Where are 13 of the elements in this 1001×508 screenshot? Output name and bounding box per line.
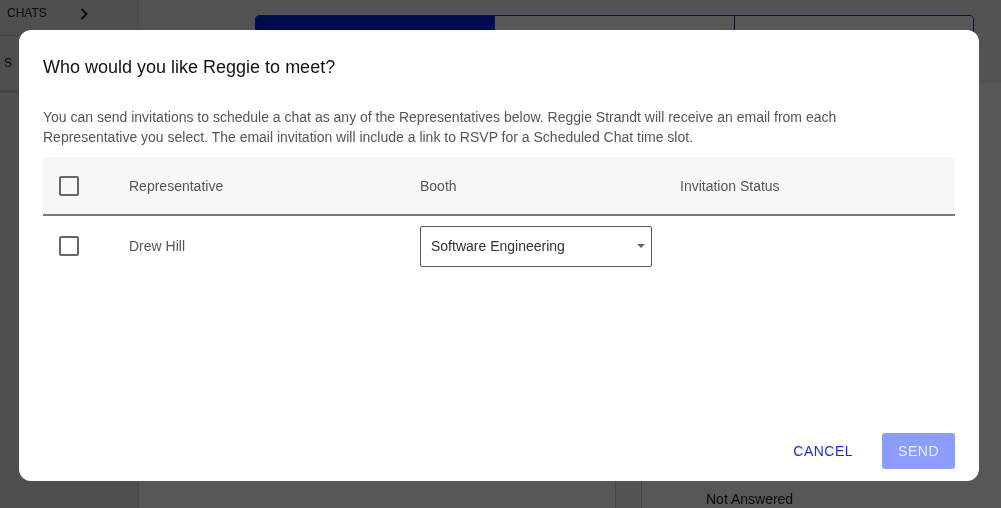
- dropdown-caret-icon: [637, 244, 645, 248]
- chevron-right-icon: [80, 8, 88, 20]
- column-header: Booth: [420, 177, 457, 194]
- select-all-checkbox[interactable]: [59, 175, 79, 196]
- dialog-description: You can send invitations to schedule a chat as any of the Representatives below. Reggie Strandt will receive an email from each Representative you select. The email invitation will include a link to RSVP for a Scheduled Chat time slot.: [43, 108, 838, 147]
- status-text: Not Answered: [706, 491, 794, 507]
- table-cell: Drew Hill: [129, 238, 185, 254]
- column-header: Representative: [129, 177, 224, 194]
- column-header: Invitation Status: [680, 177, 780, 194]
- row-checkbox[interactable]: [59, 236, 79, 256]
- dialog-title: Who would you like Reggie to meet?: [43, 57, 336, 78]
- booth-dropdown[interactable]: Software Engineering: [420, 225, 652, 267]
- cancel-button[interactable]: CANCEL: [785, 433, 862, 469]
